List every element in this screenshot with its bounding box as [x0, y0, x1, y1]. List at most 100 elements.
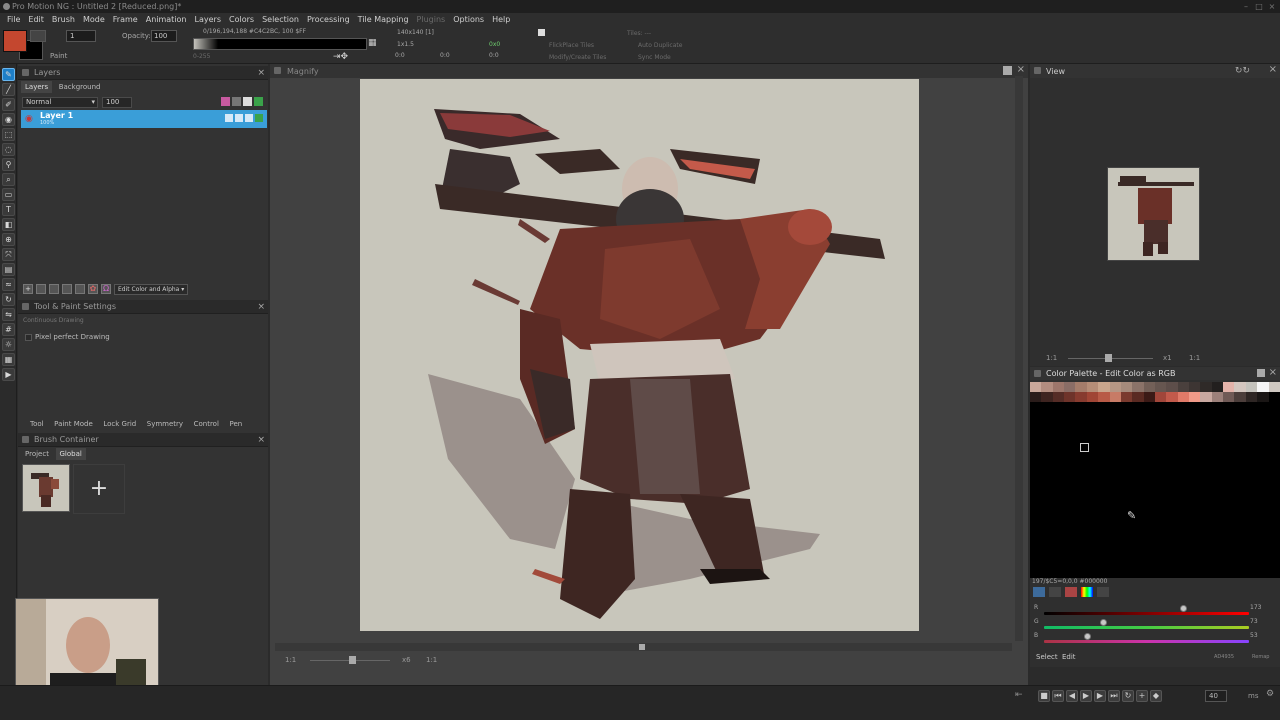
- palette-swatch[interactable]: [1052, 382, 1065, 392]
- select-button[interactable]: Select: [1036, 653, 1058, 661]
- palette-swatch[interactable]: [1257, 392, 1269, 402]
- menu-plugins[interactable]: Plugins: [413, 13, 450, 26]
- menu-tile-mapping[interactable]: Tile Mapping: [354, 13, 413, 26]
- menu-processing[interactable]: Processing: [303, 13, 354, 26]
- palette-swatch[interactable]: [1075, 382, 1087, 392]
- menu-brush[interactable]: Brush: [48, 13, 79, 26]
- menu-options[interactable]: Options: [449, 13, 488, 26]
- eraser-tool-icon[interactable]: ◧: [2, 218, 15, 231]
- r-slider[interactable]: [1044, 612, 1249, 615]
- palette-swatch[interactable]: [1132, 392, 1144, 402]
- mirror-tool-icon[interactable]: ⇋: [2, 308, 15, 321]
- palette-swatch[interactable]: [1257, 382, 1269, 392]
- tab-layers[interactable]: Layers: [21, 81, 53, 93]
- view-thumbnail[interactable]: [1107, 167, 1200, 261]
- b-value[interactable]: 53: [1250, 632, 1258, 639]
- palette-swatch[interactable]: [1245, 382, 1258, 392]
- palette-swatch[interactable]: [1211, 382, 1224, 392]
- menu-help[interactable]: Help: [488, 13, 514, 26]
- menu-layers[interactable]: Layers: [191, 13, 225, 26]
- close-icon[interactable]: ×: [257, 66, 265, 80]
- r-slider-knob[interactable]: [1180, 605, 1188, 612]
- palette-swatch[interactable]: [1177, 392, 1190, 402]
- magnify-zoom-knob[interactable]: [349, 656, 356, 664]
- merge-icon[interactable]: [62, 284, 72, 294]
- fill-tool-icon[interactable]: ◉: [2, 113, 15, 126]
- auto-duplicate-option[interactable]: Auto Duplicate: [638, 42, 682, 49]
- palette-swatch[interactable]: [1143, 382, 1155, 392]
- pin-icon[interactable]: [22, 303, 29, 310]
- sync-mode-option[interactable]: Sync Mode: [638, 54, 671, 61]
- palette-grid-icon[interactable]: [1033, 587, 1045, 597]
- pin-icon[interactable]: [274, 67, 281, 74]
- palette-swatch[interactable]: [1154, 382, 1167, 392]
- menu-animation[interactable]: Animation: [142, 13, 191, 26]
- delete-icon[interactable]: [49, 284, 59, 294]
- palette-swatch[interactable]: [1030, 392, 1042, 402]
- view-zoom-knob[interactable]: [1105, 354, 1112, 362]
- g-slider[interactable]: [1044, 626, 1249, 629]
- opacity-field[interactable]: 100: [151, 30, 177, 42]
- edit-button[interactable]: Edit: [1062, 653, 1076, 661]
- first-frame-icon[interactable]: ⏮: [1052, 690, 1064, 702]
- b-slider-knob[interactable]: [1084, 633, 1092, 640]
- g-value[interactable]: 73: [1250, 618, 1258, 625]
- palette-swatch[interactable]: [1064, 382, 1076, 392]
- palette-swatch[interactable]: [1098, 382, 1110, 392]
- palette-swatch[interactable]: [1109, 392, 1121, 402]
- palette-swatch[interactable]: [1064, 392, 1076, 402]
- shape-tool-icon[interactable]: ▭: [2, 188, 15, 201]
- r-value[interactable]: 173: [1250, 604, 1261, 611]
- stamp-tool-icon[interactable]: ⊕: [2, 233, 15, 246]
- fps-field[interactable]: 40: [1205, 690, 1227, 702]
- grid-tool-icon[interactable]: #: [2, 323, 15, 336]
- tile-tool-icon[interactable]: ▦: [2, 353, 15, 366]
- prev-frame-icon[interactable]: ◀: [1066, 690, 1078, 702]
- menu-edit[interactable]: Edit: [24, 13, 48, 26]
- palette-list-icon[interactable]: [1049, 587, 1061, 597]
- palette-swatch[interactable]: [1132, 382, 1144, 392]
- next-frame-icon[interactable]: ▶: [1094, 690, 1106, 702]
- palette-swatch[interactable]: [1223, 392, 1235, 402]
- palette-settings-icon[interactable]: [1097, 587, 1109, 597]
- close-icon[interactable]: ×: [1266, 0, 1278, 13]
- remap-button[interactable]: Remap: [1252, 654, 1269, 660]
- layer-grid-icon[interactable]: [232, 97, 241, 106]
- magnify-zoom-left[interactable]: 1:1: [285, 656, 296, 664]
- palette-swatch[interactable]: [1086, 382, 1099, 392]
- palette-swatch[interactable]: [1234, 392, 1246, 402]
- horizontal-scrollbar[interactable]: [275, 643, 1012, 651]
- tab-paint-mode[interactable]: Paint Mode: [50, 418, 97, 430]
- effect-icon[interactable]: ✿: [88, 284, 98, 294]
- grid-toggle-icon[interactable]: ▦: [368, 38, 377, 48]
- line-tool-icon[interactable]: ╱: [2, 83, 15, 96]
- modify-create-tiles-option[interactable]: Modify/Create Tiles: [549, 54, 606, 61]
- pixel-perfect-row[interactable]: Pixel perfect Drawing: [25, 333, 110, 341]
- palette-swatch[interactable]: [1041, 382, 1053, 392]
- play-icon[interactable]: ▶: [1080, 690, 1092, 702]
- palette-swatch[interactable]: [1166, 382, 1178, 392]
- palette-swatch[interactable]: [1189, 382, 1201, 392]
- palette-swatch[interactable]: [1030, 382, 1042, 392]
- tab-project[interactable]: Project: [21, 448, 53, 460]
- maximize-icon[interactable]: □: [1253, 0, 1265, 13]
- tab-control[interactable]: Control: [190, 418, 223, 430]
- last-frame-icon[interactable]: ⏭: [1108, 690, 1120, 702]
- menu-mode[interactable]: Mode: [79, 13, 109, 26]
- gradient-tool-icon[interactable]: ▤: [2, 263, 15, 276]
- magnify-zoom-right[interactable]: 1:1: [426, 656, 437, 664]
- select-tool-icon[interactable]: ⬚: [2, 128, 15, 141]
- scroll-thumb[interactable]: [639, 644, 645, 650]
- palette-swatch[interactable]: [1120, 392, 1133, 402]
- palette-swatch[interactable]: [1143, 392, 1155, 402]
- layout-icon[interactable]: [1257, 369, 1265, 377]
- layer-row[interactable]: ◉ Layer 1 100%: [21, 110, 267, 128]
- light-tool-icon[interactable]: ☼: [2, 338, 15, 351]
- flickplace-tiles-option[interactable]: FlickPlace Tiles: [549, 42, 594, 49]
- layer-opacity-field[interactable]: 100: [102, 97, 132, 108]
- brush-size-field[interactable]: 1: [66, 30, 96, 42]
- palette-swatch[interactable]: [1120, 382, 1133, 392]
- palette-swatch[interactable]: [1268, 382, 1280, 392]
- tab-lock-grid[interactable]: Lock Grid: [99, 418, 140, 430]
- palette-swatch[interactable]: [1075, 392, 1087, 402]
